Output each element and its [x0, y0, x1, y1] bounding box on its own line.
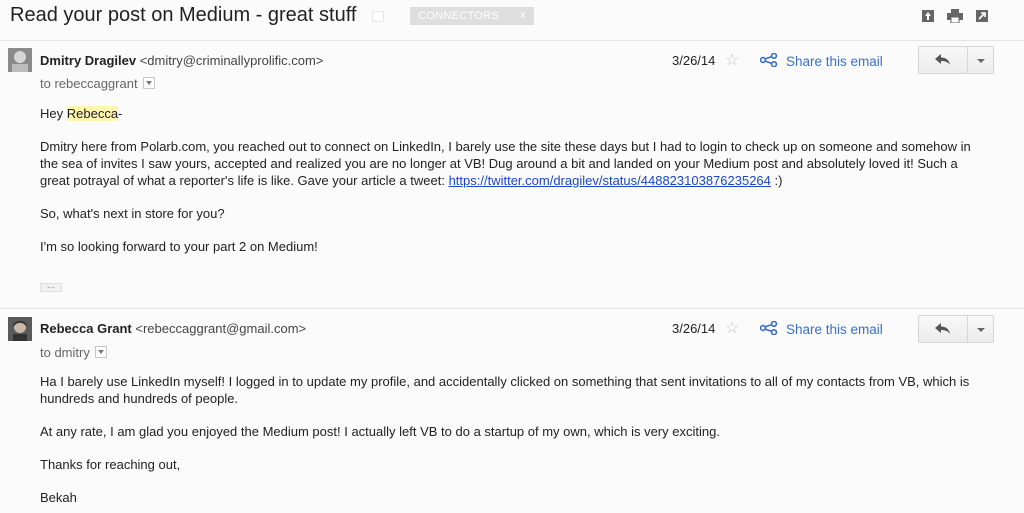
- sender-line: Dmitry Dragilev <dmitry@criminallyprolif…: [40, 53, 323, 68]
- remove-label-button[interactable]: x: [520, 9, 526, 21]
- tweet-link[interactable]: https://twitter.com/dragilev/status/4488…: [449, 173, 771, 188]
- label-name: CONNECTORS: [418, 10, 500, 22]
- reply-group: [918, 315, 994, 343]
- sender-email: <dmitry@criminallyprolific.com>: [139, 53, 324, 68]
- new-window-icon[interactable]: [975, 9, 989, 23]
- message-rebecca: Rebecca Grant <rebeccaggrant@gmail.com> …: [0, 309, 1024, 513]
- body-paragraph: Ha I barely use LinkedIn myself! I logge…: [40, 374, 970, 406]
- more-options-button[interactable]: [968, 46, 994, 74]
- email-subject: Read your post on Medium - great stuff: [10, 4, 357, 26]
- important-marker[interactable]: [372, 11, 384, 22]
- reply-icon: [935, 54, 950, 65]
- share-icon: [759, 320, 778, 338]
- share-email-link[interactable]: Share this email: [759, 52, 883, 70]
- message-body: Hey Rebecca- Dmitry here from Polarb.com…: [40, 105, 990, 255]
- sender-email: <rebeccaggrant@gmail.com>: [135, 321, 307, 336]
- show-trimmed-content-button[interactable]: ...: [40, 281, 62, 292]
- body-paragraph: At any rate, I am glad you enjoyed the M…: [40, 424, 720, 439]
- share-icon: [759, 52, 778, 70]
- thread-actions: [921, 9, 989, 23]
- body-paragraph: So, what's next in store for you?: [40, 206, 225, 221]
- details-dropdown[interactable]: [142, 77, 155, 89]
- highlighted-name: Rebecca: [66, 106, 119, 121]
- sender-name[interactable]: Dmitry Dragilev: [40, 53, 136, 68]
- body-paragraph: Thanks for reaching out,: [40, 457, 181, 472]
- signature: Bekah: [40, 490, 77, 505]
- avatar: [8, 317, 32, 341]
- recipient-text: to rebeccaggrant: [40, 76, 138, 91]
- body-paragraph: Dmitry here from Polarb.com, you reached…: [40, 139, 971, 188]
- archive-icon[interactable]: [921, 9, 935, 23]
- recipient-line: to rebeccaggrant: [40, 76, 155, 91]
- body-paragraph: I'm so looking forward to your part 2 on…: [40, 239, 318, 254]
- star-icon[interactable]: ☆: [725, 321, 739, 337]
- details-dropdown[interactable]: [94, 346, 107, 358]
- message-date: 3/26/14: [672, 321, 716, 336]
- reply-group: [918, 46, 994, 74]
- more-options-button[interactable]: [968, 315, 994, 343]
- star-icon[interactable]: ☆: [725, 53, 739, 69]
- print-icon[interactable]: [947, 9, 963, 23]
- recipient-text: to dmitry: [40, 345, 90, 360]
- greeting: Hey Rebecca-: [40, 106, 123, 121]
- message-date: 3/26/14: [672, 53, 716, 68]
- reply-button[interactable]: [918, 315, 968, 343]
- avatar: [8, 48, 32, 72]
- share-label: Share this email: [786, 54, 883, 69]
- message-dmitry: Dmitry Dragilev <dmitry@criminallyprolif…: [0, 40, 1024, 308]
- share-label: Share this email: [786, 322, 883, 337]
- message-body: Ha I barely use LinkedIn myself! I logge…: [40, 373, 990, 506]
- thread-header: Read your post on Medium - great stuff C…: [0, 0, 1024, 34]
- sender-name[interactable]: Rebecca Grant: [40, 321, 132, 336]
- reply-button[interactable]: [918, 46, 968, 74]
- share-email-link[interactable]: Share this email: [759, 320, 883, 338]
- reply-icon: [935, 323, 950, 334]
- label-chip[interactable]: CONNECTORS x: [410, 7, 534, 25]
- recipient-line: to dmitry: [40, 345, 107, 360]
- sender-line: Rebecca Grant <rebeccaggrant@gmail.com>: [40, 321, 306, 336]
